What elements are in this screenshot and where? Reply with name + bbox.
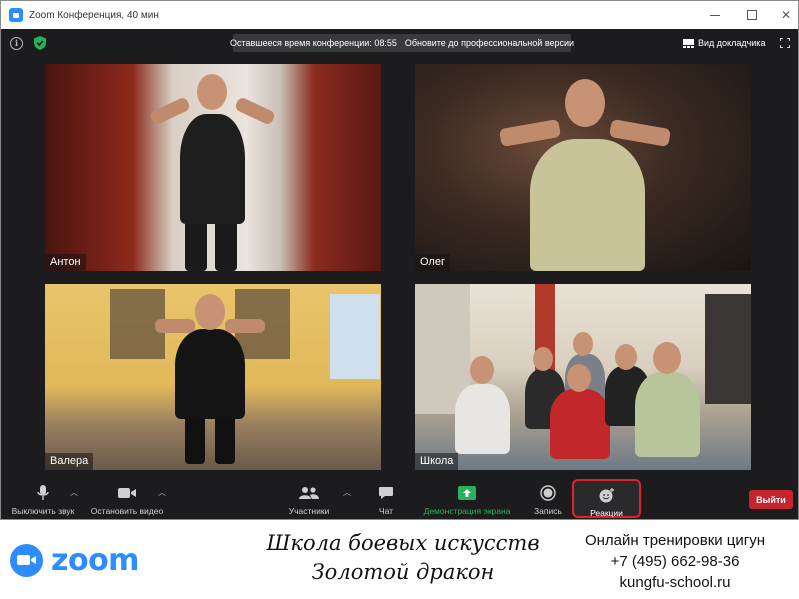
participant-name: Валера bbox=[45, 453, 94, 470]
participant-video bbox=[45, 284, 381, 470]
record-label: Запись bbox=[534, 506, 562, 516]
participants-button[interactable]: Участники bbox=[283, 476, 335, 519]
zoom-window: Zoom Конференция, 40 мин ✕ i Оставшееся … bbox=[0, 0, 799, 520]
speaker-view-button[interactable]: Вид докладчика bbox=[683, 34, 773, 52]
chat-button[interactable]: Чат bbox=[371, 476, 401, 519]
zoom-app-icon bbox=[9, 8, 23, 22]
audio-options-chevron-icon[interactable]: ︿ bbox=[70, 489, 78, 497]
stop-video-label: Остановить видео bbox=[90, 506, 164, 516]
speaker-view-label: Вид докладчика bbox=[698, 38, 766, 48]
microphone-icon bbox=[37, 485, 49, 500]
reactions-content: Реакции bbox=[574, 478, 639, 521]
leave-button[interactable]: Выйти bbox=[749, 490, 793, 509]
zoom-logo: zoom bbox=[10, 542, 139, 578]
participants-label: Участники bbox=[288, 506, 330, 516]
contact-phone: +7 (495) 662-98-36 bbox=[610, 553, 740, 570]
share-screen-icon bbox=[458, 486, 476, 500]
shield-icon[interactable] bbox=[33, 35, 47, 51]
mute-label: Выключить звук bbox=[11, 506, 75, 516]
school-name-line1: Школа боевых искусств bbox=[266, 531, 540, 555]
school-name: Школа боевых искусств Золотой дракон bbox=[258, 529, 548, 587]
contact-info: Онлайн тренировки цигун +7 (495) 662-98-… bbox=[560, 530, 790, 593]
video-tile-oleg[interactable]: Олег bbox=[415, 64, 751, 271]
video-tile-valera[interactable]: Валера bbox=[45, 284, 381, 470]
info-icon[interactable]: i bbox=[10, 37, 23, 50]
participant-video bbox=[45, 64, 381, 271]
video-tile-school[interactable]: Школа bbox=[415, 284, 751, 470]
video-camera-icon bbox=[118, 488, 136, 498]
mute-button[interactable]: Выключить звук bbox=[7, 476, 79, 519]
record-button[interactable]: Запись bbox=[531, 476, 565, 519]
stop-video-button[interactable]: Остановить видео bbox=[87, 476, 167, 519]
participant-video bbox=[415, 64, 751, 271]
contact-tagline: Онлайн тренировки цигун bbox=[584, 532, 766, 549]
chat-label: Чат bbox=[378, 506, 394, 516]
zoom-logo-text: zoom bbox=[51, 542, 139, 578]
participant-name: Олег bbox=[415, 254, 450, 271]
record-icon bbox=[540, 485, 556, 501]
participant-video bbox=[415, 284, 751, 470]
video-options-chevron-icon[interactable]: ︿ bbox=[158, 489, 166, 497]
close-button[interactable]: ✕ bbox=[769, 1, 799, 29]
chat-icon bbox=[379, 487, 393, 499]
participants-icon bbox=[299, 487, 319, 499]
meeting-top-bar: i Оставшееся время конференции: 08:55 Об… bbox=[1, 29, 798, 57]
reactions-button[interactable]: Реакции bbox=[572, 479, 641, 518]
participants-options-chevron-icon[interactable]: ︿ bbox=[343, 489, 351, 497]
fullscreen-icon[interactable] bbox=[780, 38, 790, 48]
participant-name: Антон bbox=[45, 254, 86, 271]
upgrade-link[interactable]: Обновите до профессиональной версии bbox=[405, 38, 574, 48]
time-remaining-banner[interactable]: Оставшееся время конференции: 08:55 Обно… bbox=[229, 34, 574, 52]
reactions-icon bbox=[599, 488, 614, 503]
window-title: Zoom Конференция, 40 мин bbox=[29, 9, 159, 21]
title-bar: Zoom Конференция, 40 мин ✕ bbox=[1, 1, 798, 29]
reactions-label: Реакции bbox=[590, 508, 623, 518]
minimize-button[interactable] bbox=[698, 1, 732, 29]
time-remaining-text: Оставшееся время конференции: 08:55 bbox=[229, 38, 397, 48]
speaker-view-icon bbox=[683, 38, 694, 48]
contact-website: kungfu-school.ru bbox=[619, 574, 731, 591]
zoom-logo-icon bbox=[10, 543, 43, 577]
participant-name: Школа bbox=[415, 453, 459, 470]
video-tile-anton[interactable]: Антон bbox=[45, 64, 381, 271]
share-screen-label: Демонстрация экрана bbox=[423, 506, 511, 516]
maximize-button[interactable] bbox=[735, 1, 769, 29]
share-screen-button[interactable]: Демонстрация экрана bbox=[419, 476, 515, 519]
meeting-toolbar: Выключить звук ︿ Остановить видео ︿ Учас… bbox=[1, 476, 798, 519]
school-name-line2: Золотой дракон bbox=[311, 560, 495, 584]
